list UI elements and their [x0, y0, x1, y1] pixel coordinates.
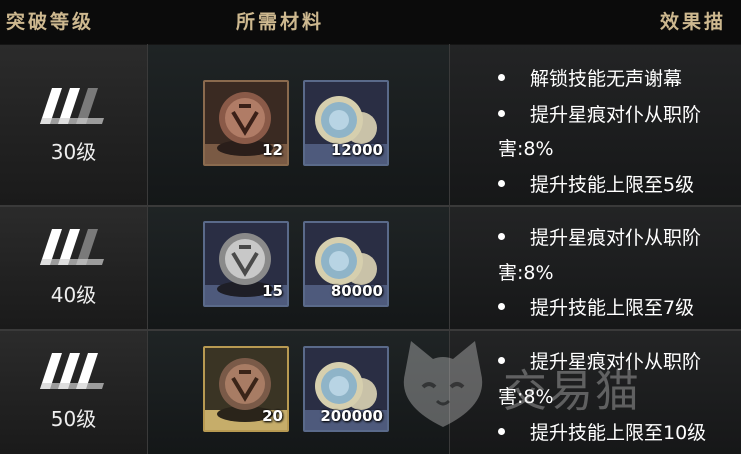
rank-cell: 40级: [0, 207, 147, 329]
bullet-icon: [498, 303, 505, 310]
material-slot[interactable]: 12000: [303, 80, 389, 166]
effect-item: 提升星痕对仆从职阶: [498, 100, 701, 127]
effect-item: 提升技能上限至7级: [498, 293, 694, 320]
bullet-icon: [498, 110, 505, 117]
material-quantity: 20: [262, 407, 283, 425]
bullet-icon: [498, 74, 505, 81]
materials-cell: 12 12000: [147, 45, 450, 206]
effect-item: 提升技能上限至5级: [498, 170, 694, 197]
rank-cell: 30级: [0, 45, 147, 206]
table-header: 突破等级 所需材料 效果描: [0, 0, 741, 44]
effects-cell: 提升星痕对仆从职阶 害:8% 提升技能上限至7级: [450, 207, 741, 329]
header-effects: 效果描: [660, 11, 727, 33]
rank-label: 40级: [50, 283, 97, 307]
material-slot[interactable]: 15: [203, 221, 289, 307]
material-slot[interactable]: 80000: [303, 221, 389, 307]
bullet-icon: [498, 180, 505, 187]
header-materials: 所需材料: [236, 11, 325, 33]
cat-face-icon: [403, 341, 483, 427]
effect-item: 解锁技能无声谢幕: [498, 64, 682, 91]
triple-slash-rank-icon: [40, 229, 104, 265]
breakthrough-table: 突破等级 所需材料 效果描 30级 12 12000 解锁技能无声谢幕 提升星痕…: [0, 0, 741, 454]
header-rank: 突破等级: [6, 11, 95, 33]
triple-slash-rank-icon: [40, 88, 104, 124]
material-quantity: 15: [262, 282, 283, 300]
material-quantity: 12000: [330, 141, 383, 159]
material-quantity: 12: [262, 141, 283, 159]
material-slot[interactable]: 20: [203, 346, 289, 432]
triple-slash-rank-icon: [40, 353, 104, 389]
effect-item: 提升星痕对仆从职阶: [498, 223, 701, 250]
watermark-text: 交易猫: [503, 366, 641, 417]
effect-continuation: 害:8%: [498, 262, 554, 284]
table-row: 40级 15 80000 提升星痕对仆从职阶 害:8% 提升技能上限至7级: [0, 207, 741, 329]
rank-label: 50级: [50, 407, 97, 431]
materials-cell: 15 80000: [147, 207, 450, 329]
material-slot[interactable]: 200000: [303, 346, 389, 432]
rank-cell: 50级: [0, 331, 147, 454]
table-row: 30级 12 12000 解锁技能无声谢幕 提升星痕对仆从职阶 害:8% 提升技…: [0, 45, 741, 206]
effects-cell: 解锁技能无声谢幕 提升星痕对仆从职阶 害:8% 提升技能上限至5级: [450, 45, 741, 206]
effect-continuation: 害:8%: [498, 138, 554, 160]
material-slot[interactable]: 12: [203, 80, 289, 166]
material-quantity: 200000: [320, 407, 383, 425]
bullet-icon: [498, 233, 505, 240]
rank-label: 30级: [50, 140, 97, 164]
material-quantity: 80000: [330, 282, 383, 300]
watermark: 交易猫: [393, 335, 733, 445]
column-divider: [147, 44, 148, 454]
